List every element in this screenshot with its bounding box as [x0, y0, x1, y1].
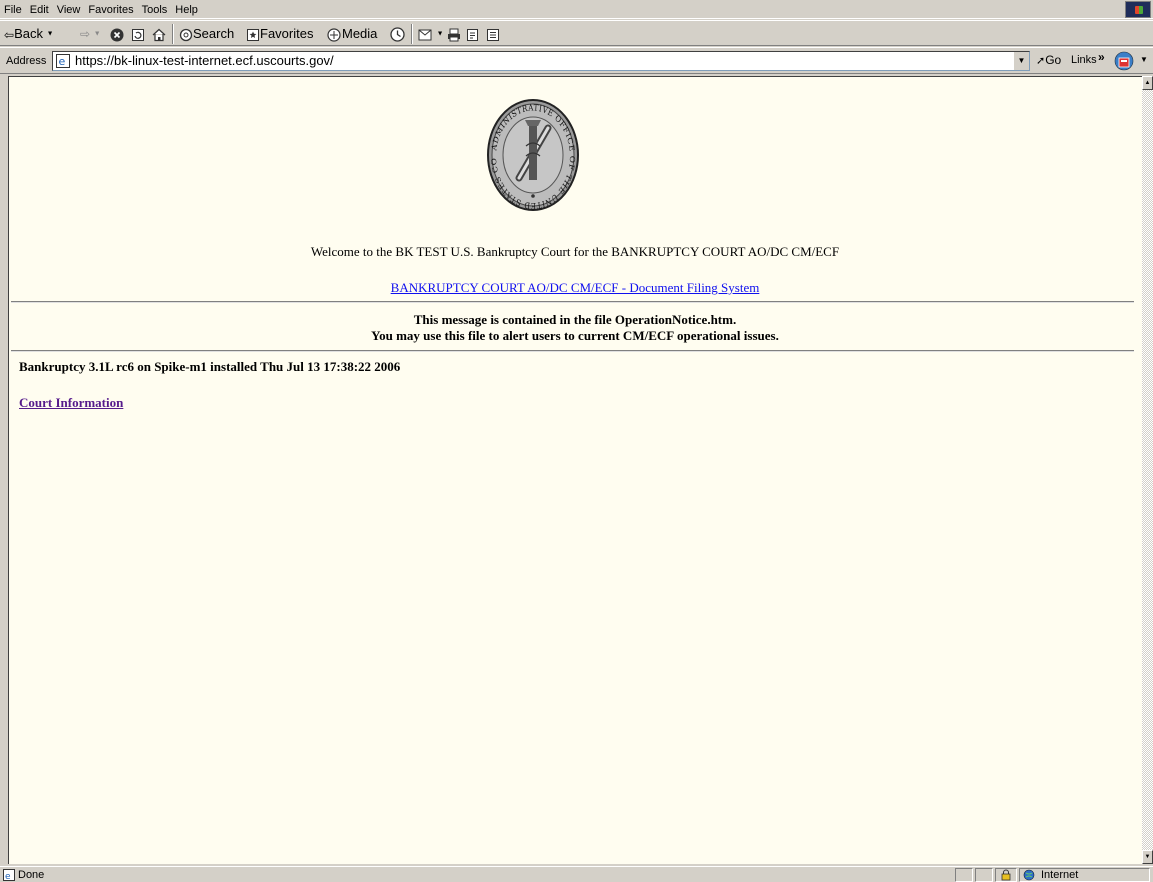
svg-text:e: e [5, 872, 11, 881]
mail-icon [418, 29, 432, 41]
toolbar-separator [172, 24, 174, 44]
security-pane [995, 868, 1017, 882]
standard-toolbar: ⇦Back ▼ ⇨ ▼ Search Favorites Media ▼ [0, 20, 1153, 46]
divider [11, 350, 1134, 352]
address-dropdown-icon[interactable]: ▼ [1013, 52, 1029, 70]
page-icon: e [3, 869, 15, 881]
discuss-button[interactable] [486, 25, 500, 43]
scroll-down-icon[interactable]: ▼ [1142, 850, 1153, 864]
forward-button[interactable]: ⇨ ▼ [80, 25, 101, 43]
menu-bar: File Edit View Favorites Tools Help [0, 0, 1153, 19]
back-button[interactable]: ⇦Back ▼ [4, 25, 54, 43]
welcome-text: Welcome to the BK TEST U.S. Bankruptcy C… [310, 244, 840, 259]
search-button[interactable]: Search [179, 25, 234, 43]
status-pane [955, 868, 973, 882]
address-input[interactable]: e https://bk-linux-test-internet.ecf.usc… [52, 51, 1030, 71]
forward-dropdown-icon[interactable]: ▼ [94, 31, 101, 38]
toolbar-separator [411, 24, 413, 44]
page-icon: e [56, 54, 70, 68]
status-text: Done [18, 869, 45, 881]
edit-page-icon [467, 28, 478, 41]
document-filing-system-link[interactable]: BANKRUPTCY COURT AO/DC CM/ECF - Document… [391, 280, 760, 295]
address-bar: Address e https://bk-linux-test-internet… [0, 47, 1153, 74]
menu-file[interactable]: File [0, 0, 26, 17]
windows-logo-icon [1125, 1, 1151, 18]
pdf-toolbar-icon[interactable] [1114, 51, 1134, 71]
stop-icon [110, 28, 124, 42]
links-label[interactable]: Links [1071, 54, 1097, 66]
media-label: Media [342, 26, 378, 41]
vertical-scrollbar[interactable]: ▲ ▼ [1142, 76, 1153, 864]
go-arrow-icon: ➚ [1036, 55, 1046, 67]
edit-button[interactable] [466, 25, 480, 43]
go-button[interactable]: ➚Go [1036, 53, 1061, 67]
lock-icon [1001, 869, 1011, 881]
home-button[interactable] [152, 25, 166, 43]
history-icon [390, 27, 405, 42]
print-icon [448, 28, 460, 42]
back-dropdown-icon[interactable]: ▼ [47, 31, 54, 38]
page-content: ADMINISTRATIVE OFFICE OF THE UNITED STAT… [8, 76, 1142, 864]
svg-text:e: e [59, 55, 66, 68]
history-button[interactable] [390, 25, 405, 43]
back-label: Back [14, 26, 43, 41]
notice-line: You may use this file to alert users to … [371, 328, 779, 343]
zone-pane [1019, 868, 1150, 882]
notice-line: This message is contained in the file Op… [413, 312, 737, 327]
version-info: Bankruptcy 3.1L rc6 on Spike-m1 installe… [19, 359, 401, 374]
status-bar: e Done Internet [0, 866, 1153, 882]
menu-favorites[interactable]: Favorites [84, 0, 137, 17]
operation-notice: This message is contained in the file Op… [9, 312, 1141, 344]
favorites-button[interactable]: Favorites [246, 25, 313, 43]
search-icon [179, 28, 193, 41]
favorites-label: Favorites [260, 26, 314, 41]
divider [11, 301, 1134, 303]
go-label: Go [1045, 53, 1062, 67]
back-arrow-icon: ⇦ [4, 27, 15, 42]
mail-dropdown-icon[interactable]: ▼ [437, 31, 444, 38]
court-information-link[interactable]: Court Information [19, 395, 123, 411]
menu-edit[interactable]: Edit [26, 0, 53, 17]
ao-seal-logo: ADMINISTRATIVE OFFICE OF THE UNITED STAT… [483, 78, 580, 217]
refresh-button[interactable] [131, 25, 145, 43]
search-label: Search [193, 26, 235, 41]
media-icon [327, 27, 341, 42]
status-pane [975, 868, 993, 882]
print-button[interactable] [447, 25, 462, 43]
chevron-right-icon[interactable]: » [1098, 50, 1105, 64]
zone-label: Internet [1041, 869, 1079, 881]
stop-button[interactable] [110, 25, 124, 43]
scroll-up-icon[interactable]: ▲ [1142, 76, 1153, 90]
discuss-icon [487, 28, 499, 41]
favorites-icon [247, 28, 259, 41]
address-label: Address [6, 55, 47, 67]
mail-button[interactable]: ▼ [418, 25, 444, 43]
address-url-text[interactable]: https://bk-linux-test-internet.ecf.uscou… [75, 53, 334, 69]
media-button[interactable]: Media [327, 25, 377, 43]
chevron-down-icon[interactable]: ▼ [1140, 55, 1148, 64]
forward-arrow-icon: ⇨ [80, 27, 91, 41]
globe-icon [1023, 869, 1035, 881]
menu-help[interactable]: Help [171, 0, 202, 17]
refresh-icon [132, 28, 144, 41]
home-icon [152, 28, 166, 41]
menu-view[interactable]: View [53, 0, 85, 17]
menu-tools[interactable]: Tools [138, 0, 172, 17]
